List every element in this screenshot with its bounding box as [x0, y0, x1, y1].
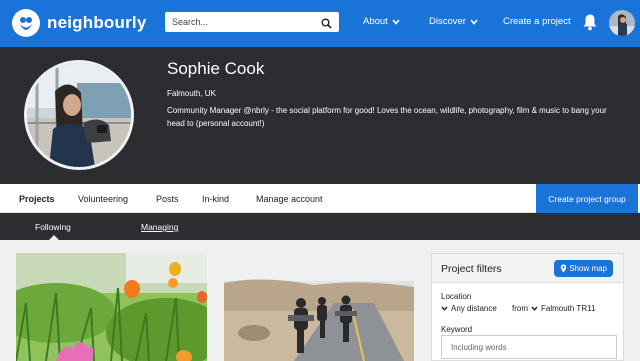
- project-subtabs: Following Managing: [0, 213, 640, 240]
- keyword-input[interactable]: [441, 335, 617, 359]
- chevron-down-icon: [441, 306, 448, 311]
- project-filters-panel: Project filters Show map Location Any di…: [431, 253, 624, 361]
- project-card-image[interactable]: [224, 253, 414, 361]
- brand-logo[interactable]: neighbourly: [12, 9, 146, 37]
- tab-projects[interactable]: Projects: [19, 194, 55, 204]
- from-label: from: [512, 304, 528, 313]
- nav-about-label: About: [363, 16, 388, 27]
- bell-icon[interactable]: [582, 13, 598, 36]
- nav-create-project-label: Create a project: [503, 16, 571, 27]
- profile-tabs: Projects Volunteering Posts In-kind Mana…: [0, 184, 640, 213]
- chevron-down-icon: [392, 18, 400, 25]
- nav-discover[interactable]: Discover: [429, 16, 478, 27]
- nav-discover-label: Discover: [429, 16, 466, 27]
- search-bar: [165, 12, 339, 32]
- map-pin-icon: [561, 264, 567, 273]
- filters-title: Project filters: [441, 263, 502, 275]
- from-value: Falmouth TR11: [541, 304, 596, 313]
- nav-about[interactable]: About: [363, 16, 400, 27]
- subtab-following[interactable]: Following: [35, 222, 71, 232]
- profile-header: Sophie Cook Falmouth, UK Community Manag…: [0, 47, 640, 184]
- filters-header: Project filters Show map: [432, 254, 623, 283]
- keyword-label: Keyword: [441, 325, 473, 334]
- tab-posts[interactable]: Posts: [156, 194, 179, 204]
- show-map-button[interactable]: Show map: [554, 260, 613, 277]
- tab-volunteering[interactable]: Volunteering: [78, 194, 128, 204]
- top-navigation: neighbourly About Discover Create a proj…: [0, 0, 640, 47]
- nav-create-project[interactable]: Create a project: [503, 16, 571, 27]
- tab-manage-account[interactable]: Manage account: [256, 194, 323, 204]
- search-icon[interactable]: [321, 16, 332, 34]
- profile-bio: Community Manager @nbrly - the social pl…: [167, 106, 607, 128]
- from-location-select[interactable]: from Falmouth TR11: [512, 304, 595, 313]
- show-map-label: Show map: [569, 264, 607, 273]
- user-avatar[interactable]: [609, 10, 635, 36]
- neighbourly-logo-icon: [12, 9, 40, 37]
- chevron-down-icon: [531, 306, 538, 311]
- brand-name: neighbourly: [47, 13, 147, 32]
- tab-in-kind[interactable]: In-kind: [202, 194, 229, 204]
- location-label: Location: [441, 292, 472, 301]
- search-input[interactable]: [165, 17, 315, 27]
- distance-value: Any distance: [451, 304, 497, 313]
- chevron-down-icon: [470, 18, 478, 25]
- project-card-image[interactable]: [16, 253, 207, 361]
- profile-name: Sophie Cook: [167, 59, 265, 78]
- active-subtab-indicator: [49, 235, 59, 240]
- profile-location: Falmouth, UK: [167, 89, 216, 98]
- profile-avatar: [24, 60, 134, 170]
- create-project-group-button[interactable]: Create project group: [536, 184, 638, 213]
- distance-select[interactable]: Any distance: [441, 304, 497, 313]
- subtab-managing[interactable]: Managing: [141, 222, 178, 232]
